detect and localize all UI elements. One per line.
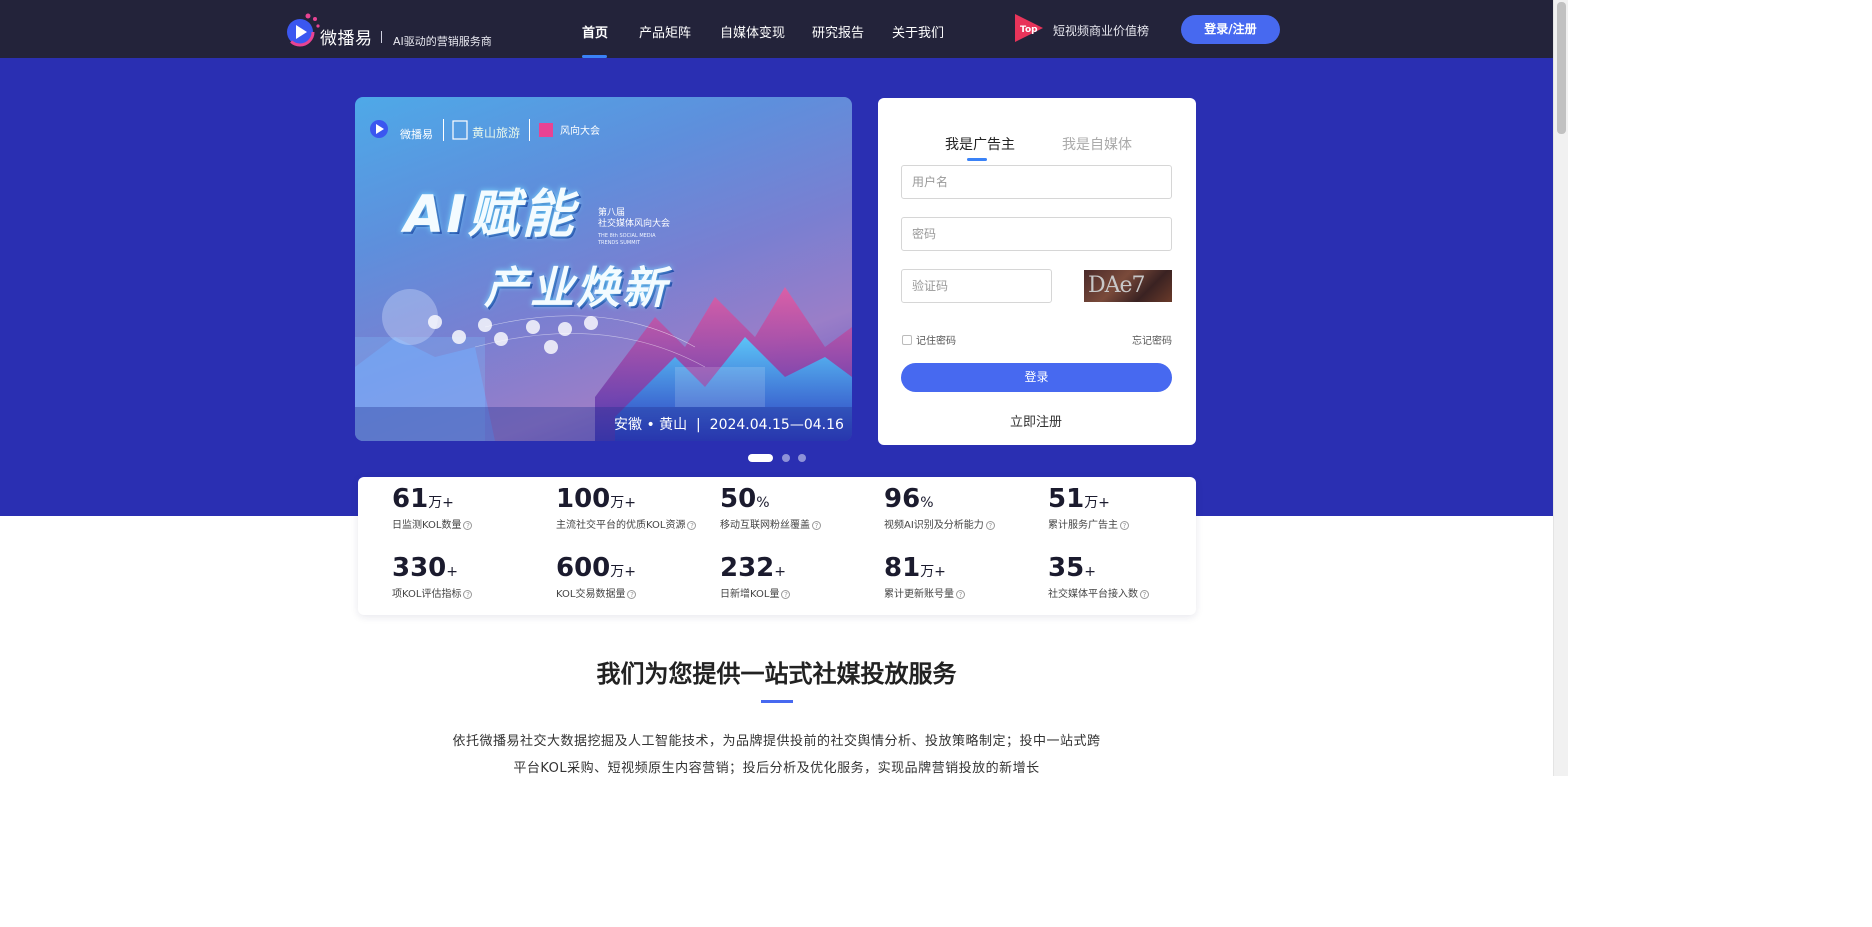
banner-event-name-en: THE 8th SOCIAL MEDIA TRENDS SUMMIT xyxy=(598,233,656,246)
stat-number: 51 xyxy=(1048,484,1085,514)
stat-label: KOL交易数据量 xyxy=(556,589,626,600)
stat-label: 移动互联网粉丝覆盖 xyxy=(720,520,810,531)
stat-number: 61 xyxy=(392,484,429,514)
stat-item: 61万+ 日监测KOL数量? xyxy=(392,484,473,531)
forgot-password-link[interactable]: 忘记密码 xyxy=(1132,332,1172,347)
stat-item: 51万+ 累计服务广告主? xyxy=(1048,484,1129,531)
stat-unit: + xyxy=(774,564,787,580)
carousel-dot-3[interactable] xyxy=(798,454,806,462)
stat-unit: 万+ xyxy=(428,495,454,511)
login-register-button[interactable]: 登录/注册 xyxy=(1181,15,1280,44)
active-tab-indicator xyxy=(967,158,987,161)
page-scrollbar[interactable] xyxy=(1553,0,1568,776)
stat-unit: 万+ xyxy=(1084,495,1110,511)
stat-label: 项KOL评估指标 xyxy=(392,589,462,600)
captcha-image[interactable]: DAe7 xyxy=(1084,270,1172,302)
service-title-underline xyxy=(761,700,793,703)
stat-label: 累计更新账号量 xyxy=(884,589,954,600)
brand-tagline: AI驱动的营销服务商 xyxy=(393,35,492,48)
help-icon[interactable]: ? xyxy=(985,521,995,530)
stat-label: 日监测KOL数量 xyxy=(392,520,462,531)
help-icon[interactable]: ? xyxy=(627,590,637,599)
help-icon[interactable]: ? xyxy=(687,521,697,530)
banner-brand-weiboyi: 微播易 xyxy=(400,128,433,141)
checkbox-box[interactable] xyxy=(902,335,912,345)
service-description-line1: 依托微播易社交大数据挖掘及人工智能技术，为品牌提供投前的社交舆情分析、投放策略制… xyxy=(452,734,1101,749)
nav-products[interactable]: 产品矩阵 xyxy=(639,22,691,41)
captcha-text: DAe7 xyxy=(1088,273,1146,298)
help-icon[interactable]: ? xyxy=(781,590,791,599)
stat-unit: + xyxy=(446,564,459,580)
stat-label: 主流社交平台的优质KOL资源 xyxy=(556,520,686,531)
stat-item: 81万+ 累计更新账号量? xyxy=(884,553,965,600)
stat-number: 50 xyxy=(720,484,757,514)
banner-title-line1: AI赋能 xyxy=(404,185,576,245)
remember-password-label: 记住密码 xyxy=(916,336,956,347)
stat-number: 330 xyxy=(392,553,447,583)
stat-number: 600 xyxy=(556,553,611,583)
nav-about[interactable]: 关于我们 xyxy=(892,22,944,41)
banner-place-date: 安徽 • 黄山 | 2024.04.15—04.16 xyxy=(614,417,844,433)
stat-item: 100万+ 主流社交平台的优质KOL资源? xyxy=(556,484,697,531)
help-icon[interactable]: ? xyxy=(463,521,473,530)
help-icon[interactable]: ? xyxy=(1120,521,1129,530)
stat-label: 日新增KOL量 xyxy=(720,589,780,600)
tab-self-media[interactable]: 我是自媒体 xyxy=(1062,134,1132,154)
weiboyi-logo-icon[interactable] xyxy=(284,10,324,50)
ranking-link[interactable]: 短视频商业价值榜 xyxy=(1053,22,1149,39)
service-description-line2: 平台KOL采购、短视频原生内容营销；投后分析及优化服务，实现品牌营销投放的新增长 xyxy=(513,761,1040,776)
brand-divider xyxy=(381,31,382,43)
password-input[interactable] xyxy=(901,217,1172,251)
stat-number: 35 xyxy=(1048,553,1085,583)
banner-title-line2: 产业焕新 xyxy=(484,263,668,314)
help-icon[interactable]: ? xyxy=(1140,590,1149,599)
banner-brand-summit: 风向大会 xyxy=(560,126,600,137)
remember-password-checkbox[interactable]: 记住密码 xyxy=(902,332,956,347)
carousel-dot-1[interactable] xyxy=(748,454,773,462)
stat-unit: % xyxy=(756,495,770,511)
service-description: 依托微播易社交大数据挖掘及人工智能技术，为品牌提供投前的社交舆情分析、投放策略制… xyxy=(400,728,1153,782)
stat-number: 232 xyxy=(720,553,775,583)
top-badge-text: Top xyxy=(1020,25,1038,35)
help-icon[interactable]: ? xyxy=(463,590,473,599)
nav-reports[interactable]: 研究报告 xyxy=(812,22,864,41)
help-icon[interactable]: ? xyxy=(956,590,965,599)
stat-unit: 万+ xyxy=(920,564,946,580)
stat-label: 视频AI识别及分析能力 xyxy=(884,520,984,531)
register-link[interactable]: 立即注册 xyxy=(1010,411,1062,430)
stat-item: 96% 视频AI识别及分析能力? xyxy=(884,484,995,531)
banner-event-name: 第八届 社交媒体风向大会 xyxy=(598,208,671,229)
top-ranking-icon[interactable]: Top xyxy=(1012,12,1046,44)
help-icon[interactable]: ? xyxy=(812,521,821,530)
stat-item: 600万+ KOL交易数据量? xyxy=(556,553,637,600)
username-input[interactable] xyxy=(901,165,1172,199)
stat-unit: + xyxy=(1084,564,1096,580)
brand-name[interactable]: 微播易 xyxy=(320,24,373,49)
stat-item: 232+ 日新增KOL量? xyxy=(720,553,791,600)
captcha-input[interactable] xyxy=(901,269,1052,303)
tab-advertiser[interactable]: 我是广告主 xyxy=(945,134,1015,154)
stat-number: 100 xyxy=(556,484,611,514)
service-section-title: 我们为您提供一站式社媒投放服务 xyxy=(596,660,957,688)
stat-item: 35+ 社交媒体平台接入数? xyxy=(1048,553,1149,600)
login-submit-button[interactable]: 登录 xyxy=(901,363,1172,392)
stat-item: 50% 移动互联网粉丝覆盖? xyxy=(720,484,821,531)
stat-unit: 万+ xyxy=(610,495,637,511)
nav-home[interactable]: 首页 xyxy=(582,22,608,41)
stat-item: 330+ 项KOL评估指标? xyxy=(392,553,473,600)
stat-unit: % xyxy=(920,495,934,511)
stat-number: 81 xyxy=(884,553,921,583)
stat-unit: 万+ xyxy=(610,564,637,580)
stat-label: 社交媒体平台接入数 xyxy=(1048,589,1138,600)
carousel-dot-2[interactable] xyxy=(782,454,790,462)
stat-number: 96 xyxy=(884,484,921,514)
stat-label: 累计服务广告主 xyxy=(1048,520,1118,531)
scrollbar-thumb[interactable] xyxy=(1557,2,1566,134)
top-navigation-bar: 微播易 AI驱动的营销服务商 首页 产品矩阵 自媒体变现 研究报告 关于我们 T… xyxy=(0,0,1568,58)
banner-brand-huangshan: 黄山旅游 xyxy=(472,126,521,140)
nav-monetization[interactable]: 自媒体变现 xyxy=(720,22,785,41)
